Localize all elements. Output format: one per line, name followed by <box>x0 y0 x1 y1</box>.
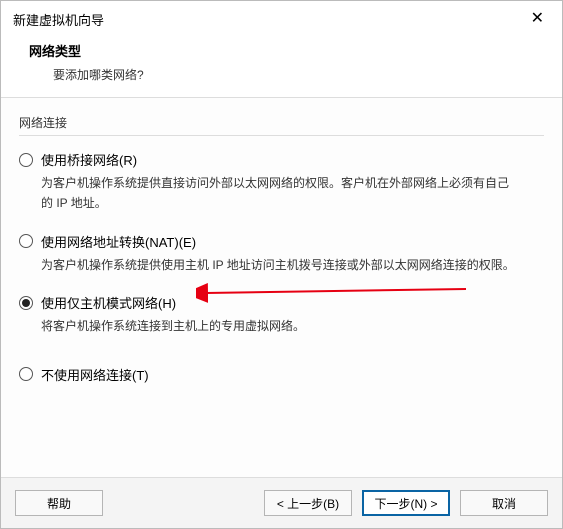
option-nat-row[interactable]: 使用网络地址转换(NAT)(E) <box>19 232 544 251</box>
wizard-window: 新建虚拟机向导 ✕ 网络类型 要添加哪类网络? 网络连接 使用桥接网络(R) 为… <box>0 0 563 529</box>
radio-nat[interactable] <box>19 234 33 248</box>
radio-bridged[interactable] <box>19 153 33 167</box>
divider <box>19 135 544 136</box>
option-none-label: 不使用网络连接(T) <box>41 365 149 384</box>
option-bridged-label: 使用桥接网络(R) <box>41 150 137 169</box>
radio-none[interactable] <box>19 367 33 381</box>
titlebar: 新建虚拟机向导 ✕ <box>1 1 562 35</box>
back-button[interactable]: < 上一步(B) <box>264 490 352 516</box>
wizard-footer: 帮助 < 上一步(B) 下一步(N) > 取消 <box>1 477 562 528</box>
radio-hostonly[interactable] <box>19 296 33 310</box>
window-title: 新建虚拟机向导 <box>13 10 104 29</box>
help-button[interactable]: 帮助 <box>15 490 103 516</box>
fieldset-label: 网络连接 <box>19 114 544 131</box>
option-none: 不使用网络连接(T) <box>19 365 544 384</box>
option-none-row[interactable]: 不使用网络连接(T) <box>19 365 544 384</box>
option-hostonly-label: 使用仅主机模式网络(H) <box>41 293 176 312</box>
option-nat: 使用网络地址转换(NAT)(E) 为客户机操作系统提供使用主机 IP 地址访问主… <box>19 232 544 275</box>
option-nat-label: 使用网络地址转换(NAT)(E) <box>41 232 196 251</box>
option-hostonly: 使用仅主机模式网络(H) 将客户机操作系统连接到主机上的专用虚拟网络。 <box>19 293 544 336</box>
wizard-body: 网络连接 使用桥接网络(R) 为客户机操作系统提供直接访问外部以太网网络的权限。… <box>1 98 562 477</box>
close-icon[interactable]: ✕ <box>525 9 550 29</box>
cancel-button[interactable]: 取消 <box>460 490 548 516</box>
page-subtitle: 要添加哪类网络? <box>29 66 542 83</box>
option-hostonly-row[interactable]: 使用仅主机模式网络(H) <box>19 293 544 312</box>
option-bridged-desc: 为客户机操作系统提供直接访问外部以太网网络的权限。客户机在外部网络上必须有自己的… <box>19 173 519 214</box>
option-nat-desc: 为客户机操作系统提供使用主机 IP 地址访问主机拨号连接或外部以太网网络连接的权… <box>19 255 519 275</box>
page-title: 网络类型 <box>29 41 542 60</box>
option-bridged: 使用桥接网络(R) 为客户机操作系统提供直接访问外部以太网网络的权限。客户机在外… <box>19 150 544 214</box>
option-hostonly-desc: 将客户机操作系统连接到主机上的专用虚拟网络。 <box>19 316 519 336</box>
option-bridged-row[interactable]: 使用桥接网络(R) <box>19 150 544 169</box>
wizard-header: 网络类型 要添加哪类网络? <box>1 35 562 98</box>
next-button[interactable]: 下一步(N) > <box>362 490 450 516</box>
